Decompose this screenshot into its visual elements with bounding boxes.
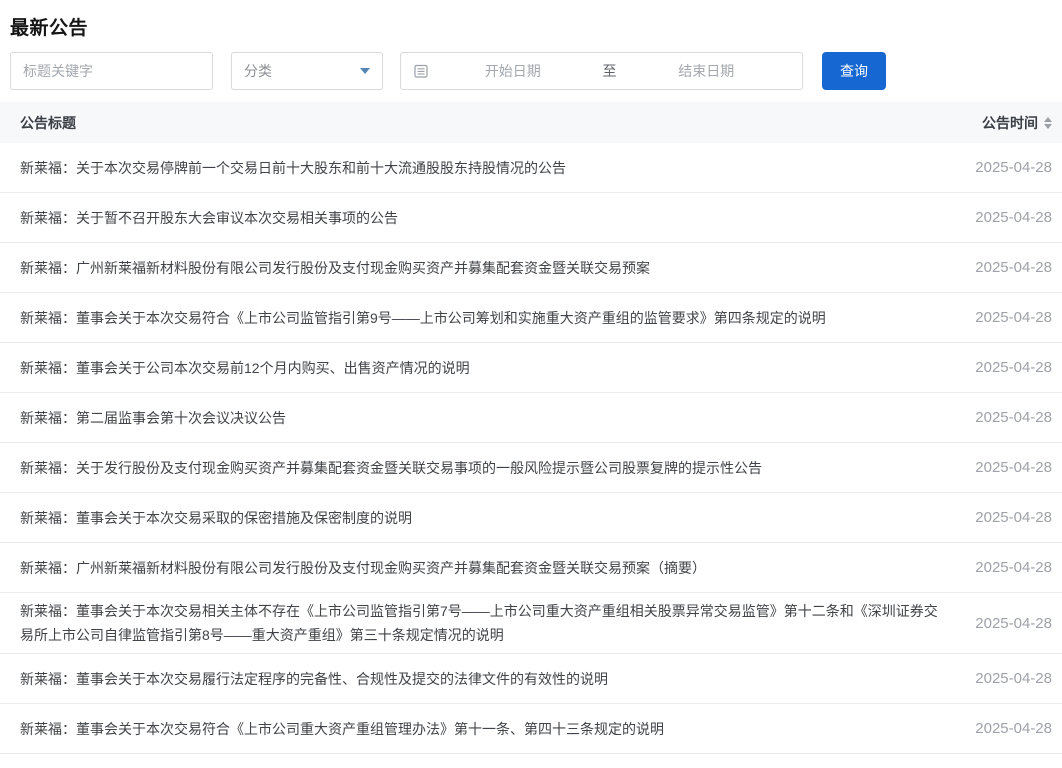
table-row[interactable]: 新莱福：关于发行股份及支付现金购买资产并募集配套资金暨关联交易事项的一般风险提示…	[0, 443, 1062, 493]
sort-caret-up-icon	[1044, 117, 1052, 122]
announcement-date: 2025-04-28	[975, 559, 1052, 576]
announcement-date: 2025-04-28	[975, 509, 1052, 526]
announcement-title[interactable]: 新莱福：董事会关于本次交易采取的保密措施及保密制度的说明	[10, 506, 975, 530]
announcement-date: 2025-04-28	[975, 359, 1052, 376]
announcement-title[interactable]: 新莱福：董事会关于公司本次交易前12个月内购买、出售资产情况的说明	[10, 356, 975, 380]
column-header-time-sort[interactable]: 公告时间	[982, 113, 1052, 133]
column-header-title: 公告标题	[10, 113, 982, 133]
table-row[interactable]: 新莱福：关于暂不召开股东大会审议本次交易相关事项的公告 2025-04-28	[0, 193, 1062, 243]
announcement-title[interactable]: 新莱福：关于本次交易停牌前一个交易日前十大股东和前十大流通股股东持股情况的公告	[10, 156, 975, 180]
start-date-input[interactable]: 开始日期	[429, 61, 597, 81]
table-row[interactable]: 新莱福：第二届监事会第十次会议决议公告 2025-04-28	[0, 393, 1062, 443]
announcement-title[interactable]: 新莱福：董事会关于本次交易相关主体不存在《上市公司监管指引第7号——上市公司重大…	[10, 599, 975, 647]
announcements-page: 最新公告 分类 开始日期 至 结束日期 查询 公告标题 公告时间	[0, 0, 1062, 754]
sort-carets-icon[interactable]	[1044, 117, 1052, 129]
announcement-title[interactable]: 新莱福：董事会关于本次交易履行法定程序的完备性、合规性及提交的法律文件的有效性的…	[10, 667, 975, 691]
table-row[interactable]: 新莱福：董事会关于本次交易相关主体不存在《上市公司监管指引第7号——上市公司重大…	[0, 593, 1062, 654]
announcement-date: 2025-04-28	[975, 459, 1052, 476]
category-select[interactable]: 分类	[231, 52, 383, 90]
date-range-picker[interactable]: 开始日期 至 结束日期	[400, 52, 803, 90]
date-range-separator: 至	[597, 61, 623, 81]
announcement-date: 2025-04-28	[975, 159, 1052, 176]
filter-bar: 分类 开始日期 至 结束日期 查询	[10, 52, 1052, 90]
page-title: 最新公告	[10, 0, 1052, 52]
keyword-input[interactable]	[10, 52, 213, 90]
announcement-date: 2025-04-28	[975, 209, 1052, 226]
announcement-date: 2025-04-28	[975, 720, 1052, 737]
table-row[interactable]: 新莱福：董事会关于本次交易符合《上市公司重大资产重组管理办法》第十一条、第四十三…	[0, 704, 1062, 754]
announcement-title[interactable]: 新莱福：关于暂不召开股东大会审议本次交易相关事项的公告	[10, 206, 975, 230]
table-row[interactable]: 新莱福：董事会关于公司本次交易前12个月内购买、出售资产情况的说明 2025-0…	[0, 343, 1062, 393]
table-row[interactable]: 新莱福：广州新莱福新材料股份有限公司发行股份及支付现金购买资产并募集配套资金暨关…	[0, 243, 1062, 293]
announcement-list: 新莱福：关于本次交易停牌前一个交易日前十大股东和前十大流通股股东持股情况的公告 …	[0, 143, 1062, 754]
announcement-title[interactable]: 新莱福：董事会关于本次交易符合《上市公司重大资产重组管理办法》第十一条、第四十三…	[10, 717, 975, 741]
announcement-title[interactable]: 新莱福：关于发行股份及支付现金购买资产并募集配套资金暨关联交易事项的一般风险提示…	[10, 456, 975, 480]
announcement-title[interactable]: 新莱福：广州新莱福新材料股份有限公司发行股份及支付现金购买资产并募集配套资金暨关…	[10, 556, 975, 580]
table-header: 公告标题 公告时间	[0, 102, 1062, 143]
column-header-time-label: 公告时间	[982, 113, 1038, 133]
query-button[interactable]: 查询	[822, 52, 886, 90]
table-row[interactable]: 新莱福：董事会关于本次交易履行法定程序的完备性、合规性及提交的法律文件的有效性的…	[0, 654, 1062, 704]
caret-down-icon	[360, 68, 370, 74]
announcement-title[interactable]: 新莱福：第二届监事会第十次会议决议公告	[10, 406, 975, 430]
announcement-title[interactable]: 新莱福：董事会关于本次交易符合《上市公司监管指引第9号——上市公司筹划和实施重大…	[10, 306, 975, 330]
announcement-date: 2025-04-28	[975, 259, 1052, 276]
category-select-label: 分类	[244, 61, 272, 81]
table-row[interactable]: 新莱福：董事会关于本次交易采取的保密措施及保密制度的说明 2025-04-28	[0, 493, 1062, 543]
table-row[interactable]: 新莱福：关于本次交易停牌前一个交易日前十大股东和前十大流通股股东持股情况的公告 …	[0, 143, 1062, 193]
sort-caret-down-icon	[1044, 124, 1052, 129]
calendar-icon	[413, 63, 429, 79]
announcement-date: 2025-04-28	[975, 309, 1052, 326]
end-date-input[interactable]: 结束日期	[623, 61, 791, 81]
announcement-date: 2025-04-28	[975, 615, 1052, 632]
table-row[interactable]: 新莱福：广州新莱福新材料股份有限公司发行股份及支付现金购买资产并募集配套资金暨关…	[0, 543, 1062, 593]
announcement-title[interactable]: 新莱福：广州新莱福新材料股份有限公司发行股份及支付现金购买资产并募集配套资金暨关…	[10, 256, 975, 280]
announcement-date: 2025-04-28	[975, 670, 1052, 687]
announcement-date: 2025-04-28	[975, 409, 1052, 426]
table-row[interactable]: 新莱福：董事会关于本次交易符合《上市公司监管指引第9号——上市公司筹划和实施重大…	[0, 293, 1062, 343]
